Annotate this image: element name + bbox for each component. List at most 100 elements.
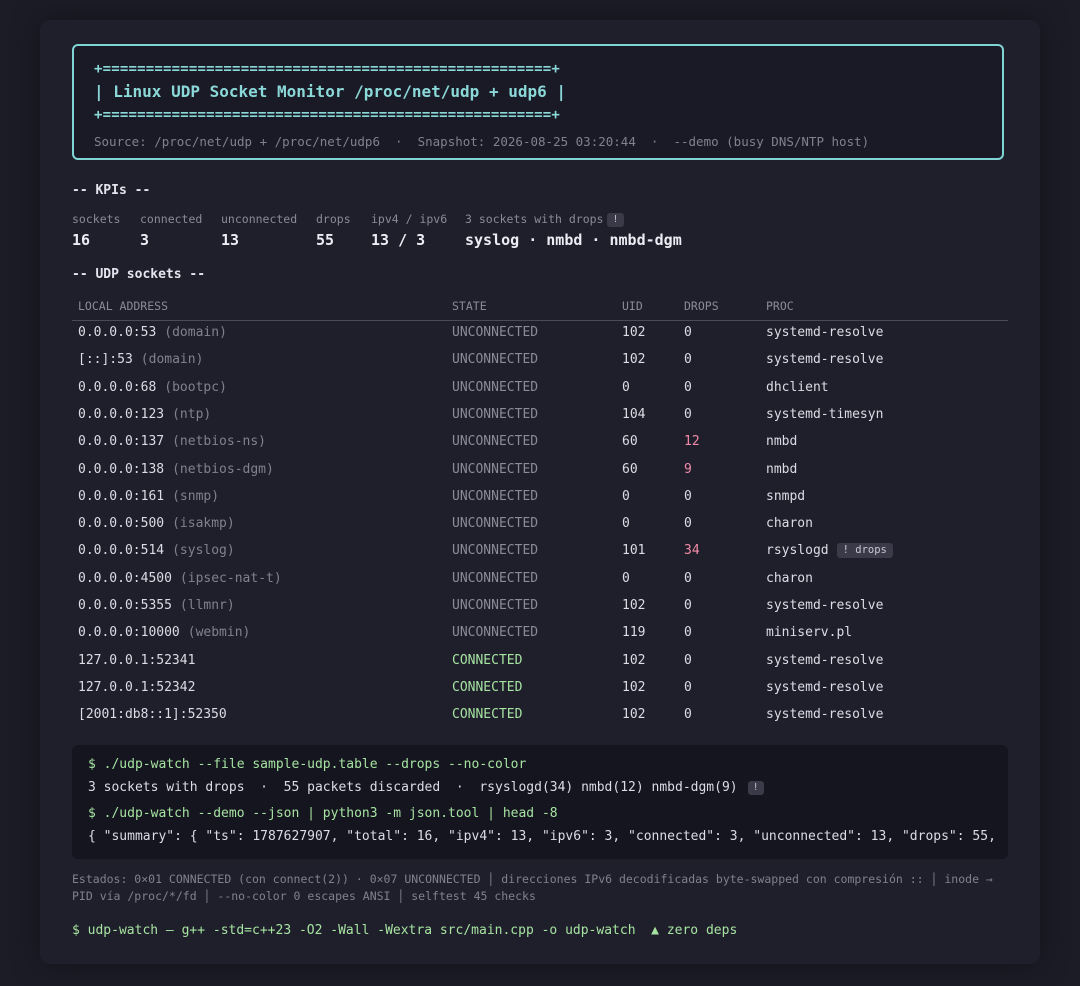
service-name: (syslog)	[172, 543, 235, 559]
output-line: { "summary": { "ts": 1787627907, "total"…	[88, 829, 996, 844]
kpi-label: 3 sockets with drops!	[465, 212, 624, 227]
address-text: [::]:53	[78, 352, 133, 368]
output-text: 3 sockets with drops · 55 packets discar…	[88, 780, 738, 795]
local-address-cell: 0.0.0.0:10000 (webmin)	[78, 625, 250, 640]
proc-cell: systemd-resolve	[766, 325, 883, 340]
drops-cell: 0	[684, 488, 692, 504]
table-header: LOCAL ADDRESS STATE UID DROPS PROC	[72, 298, 1008, 321]
state-cell: UNCONNECTED	[452, 406, 539, 422]
source-line: Source: /proc/net/udp + /proc/net/udp6 ·…	[94, 134, 870, 149]
address-text: 0.0.0.0:53	[78, 325, 157, 340]
table-row: 0.0.0.0:514 (syslog) UNCONNECTED 101 34 rsysl…	[72, 538, 1008, 565]
table-row: 0.0.0.0:68 (bootpc) UNCONNECTED 0 0 dhclient	[72, 375, 1008, 402]
table-row: 0.0.0.0:5355 (llmnr) UNCONNECTED 102 0 system…	[72, 593, 1008, 620]
proc-cell: systemd-resolve	[766, 707, 883, 722]
table-row: 0.0.0.0:53 (domain) UNCONNECTED 102 0 systemd…	[72, 320, 1008, 347]
footer-notes: Estados: 0×01 CONNECTED (con connect(2))…	[72, 872, 993, 903]
uid-cell: 102	[622, 598, 646, 613]
drops-cell: 0	[684, 406, 692, 422]
service-name: (bootpc)	[164, 379, 227, 395]
state-cell: UNCONNECTED	[452, 625, 539, 641]
local-address-cell: 127.0.0.1:52342	[78, 680, 195, 695]
local-address-cell: [2001:db8::1]:52350	[78, 707, 227, 722]
kpi-value: 13 / 3	[371, 231, 426, 249]
table-row: 127.0.0.1:52341 CONNECTED 102 0 systemd-reso…	[72, 648, 1008, 675]
uid-cell: 0	[622, 516, 630, 532]
state-cell: UNCONNECTED	[452, 543, 539, 559]
column-header-state: STATE	[452, 299, 487, 313]
uid-cell: 119	[622, 625, 646, 641]
proc-name: dhclient	[766, 379, 829, 395]
drops-cell: 12	[684, 434, 700, 450]
proc-name: rsyslogd	[766, 543, 829, 559]
uid-cell: 60	[622, 461, 638, 477]
drops-cell: 0	[684, 352, 692, 368]
service-name: (isakmp)	[172, 516, 235, 532]
title-banner: +=======================================…	[72, 44, 1004, 160]
proc-name: nmbd	[766, 461, 798, 477]
kpis-header: -- KPIs --	[72, 183, 151, 198]
local-address-cell: 0.0.0.0:138 (netbios-dgm)	[78, 462, 274, 477]
address-text: 0.0.0.0:500	[78, 516, 165, 532]
proc-name: systemd-resolve	[766, 707, 884, 723]
service-name: (snmp)	[172, 488, 220, 504]
command-line: $ ./udp-watch --file sample-udp.table --…	[88, 757, 527, 772]
drops-cell: 0	[684, 652, 692, 668]
local-address-cell: 0.0.0.0:137 (netbios-ns)	[78, 434, 266, 449]
address-text: 0.0.0.0:137	[78, 434, 165, 450]
kpi-label: unconnected	[221, 212, 298, 226]
drops-cell: 0	[684, 325, 692, 340]
kpi-value: 3	[140, 231, 150, 249]
local-address-cell: 0.0.0.0:68 (bootpc)	[78, 380, 227, 395]
address-text: 0.0.0.0:4500	[78, 570, 172, 586]
local-address-cell: 127.0.0.1:52341	[78, 653, 195, 668]
local-address-cell: 0.0.0.0:514 (syslog)	[78, 543, 235, 558]
state-cell: UNCONNECTED	[452, 434, 539, 450]
drops-cell: 0	[684, 598, 692, 613]
banner-rule-top: +=======================================…	[94, 61, 560, 77]
service-name: (ntp)	[172, 406, 212, 422]
local-address-cell: 0.0.0.0:53 (domain)	[78, 325, 227, 340]
uid-cell: 0	[622, 570, 630, 586]
sockets-header: -- UDP sockets --	[72, 267, 206, 282]
address-text: 127.0.0.1:52341	[78, 652, 196, 668]
column-header-proc: PROC	[766, 299, 794, 313]
drops-cell: 0	[684, 625, 692, 641]
proc-name: systemd-resolve	[766, 679, 884, 695]
proc-cell: charon	[766, 516, 813, 531]
proc-name: nmbd	[766, 434, 798, 450]
kpi-value: 13	[221, 231, 240, 249]
proc-name: snmpd	[766, 488, 806, 504]
proc-cell: systemd-resolve	[766, 598, 883, 613]
uid-cell: 102	[622, 707, 646, 723]
proc-cell: snmpd	[766, 489, 805, 504]
state-cell: CONNECTED	[452, 679, 523, 695]
uid-cell: 104	[622, 406, 646, 422]
proc-cell: rsyslogd ! drops	[766, 543, 893, 559]
address-text: 0.0.0.0:10000	[78, 625, 180, 641]
drops-cell: 0	[684, 707, 692, 723]
table-row: 0.0.0.0:161 (snmp) UNCONNECTED 0 0 snmpd	[72, 484, 1008, 511]
build-command: $ udp-watch — g++ -std=c++23 -O2 -Wall -…	[72, 923, 738, 938]
service-name: (netbios-ns)	[172, 434, 267, 450]
table-row: 127.0.0.1:52342 CONNECTED 102 0 systemd-reso…	[72, 675, 1008, 702]
kpi-label: connected	[140, 212, 203, 226]
proc-cell: systemd-resolve	[766, 653, 883, 668]
table-row: 0.0.0.0:123 (ntp) UNCONNECTED 104 0 systemd-t…	[72, 402, 1008, 429]
table-row: 0.0.0.0:10000 (webmin) UNCONNECTED 119 0 mini…	[72, 620, 1008, 647]
service-name: (domain)	[140, 352, 204, 368]
proc-name: charon	[766, 570, 813, 586]
kpi-label: ipv4 / ipv6	[371, 212, 448, 226]
state-cell: UNCONNECTED	[452, 379, 539, 395]
state-cell: CONNECTED	[452, 652, 523, 668]
address-text: 0.0.0.0:123	[78, 406, 165, 422]
column-header-local-address: LOCAL ADDRESS	[78, 299, 169, 313]
banner-rule-bottom: +=======================================…	[94, 107, 560, 123]
column-header-uid: UID	[622, 299, 643, 313]
state-cell: UNCONNECTED	[452, 352, 539, 368]
proc-name: charon	[766, 516, 813, 532]
uid-cell: 101	[622, 543, 646, 559]
warning-badge: !	[747, 780, 764, 795]
uid-cell: 0	[622, 379, 630, 395]
uid-cell: 102	[622, 325, 646, 340]
